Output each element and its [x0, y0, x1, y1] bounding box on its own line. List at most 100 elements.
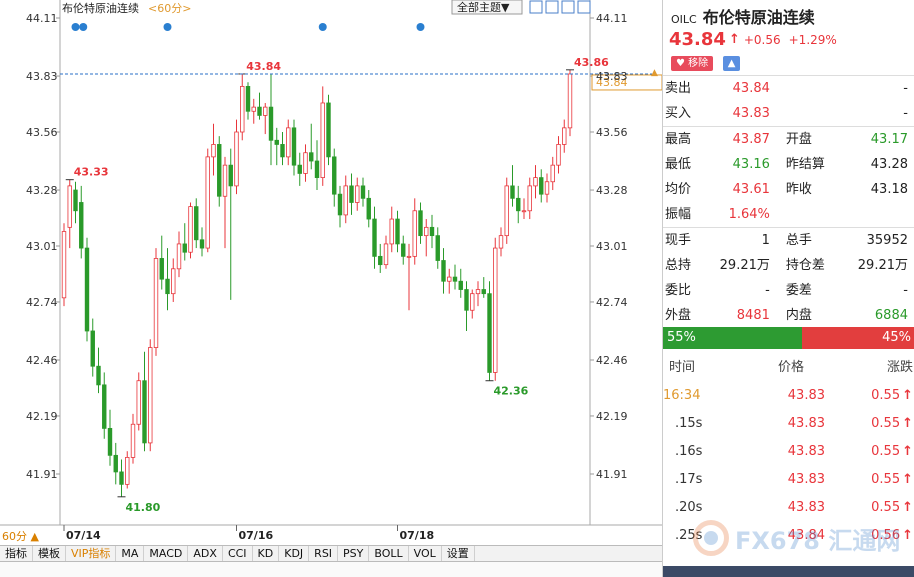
quote-row: 振幅 1.64%: [663, 202, 914, 228]
candle-body: [481, 289, 486, 295]
quote-label-2: 昨结算: [785, 157, 825, 172]
candle-body: [268, 106, 274, 141]
candlestick-chart[interactable]: 43.3341.8043.8442.3643.86 43.84 ▲ 44.114…: [0, 0, 662, 545]
quote-value-2: -: [903, 283, 908, 298]
fx678-logo-icon: [693, 520, 729, 556]
candle-body: [533, 177, 538, 187]
x-date-label: 07/18: [400, 529, 435, 542]
quote-label: 均价: [665, 182, 692, 197]
event-marker-icon[interactable]: [416, 23, 425, 31]
zoom-in-icon[interactable]: [529, 0, 543, 14]
candle-body: [257, 106, 262, 116]
chart-period-tag[interactable]: <60分>: [148, 2, 191, 15]
tick-time: 16:34: [663, 388, 701, 403]
candle-body: [274, 139, 279, 145]
indicator-tab[interactable]: KDJ: [279, 546, 310, 561]
bottom-strip: [0, 562, 662, 577]
candle-body: [119, 471, 124, 485]
candle-body: [544, 181, 550, 195]
tick-row[interactable]: 16:34 43.83 0.55 ↑: [663, 382, 914, 410]
indicator-tab[interactable]: BOLL: [369, 546, 409, 561]
quote-value-2: -: [903, 106, 908, 121]
quote-label-2: 开盘: [785, 132, 812, 147]
indicator-tab[interactable]: CCI: [223, 546, 253, 561]
up-arrow-icon: ↑: [902, 416, 913, 431]
indicator-tab[interactable]: VOL: [409, 546, 442, 561]
candle-body: [182, 243, 187, 253]
up-arrow-icon: ↑: [902, 528, 913, 543]
indicator-tab[interactable]: MA: [116, 546, 145, 561]
quote-label-2: [780, 76, 840, 101]
quote-row: 最低 43.16 昨结算 43.28: [663, 152, 914, 177]
quote-panel: OILC 布伦特原油连续 43.84 ↑ +0.56 +1.29% ♥ 移除 ▲…: [662, 0, 914, 577]
candle-body: [199, 239, 205, 249]
x-date-label: 07/16: [239, 529, 274, 542]
quote-value-2: 35952: [866, 233, 908, 248]
y-tick-label-left: 43.83: [26, 70, 58, 83]
x-date-label: 07/14: [66, 529, 101, 542]
quote-label: 总持: [665, 258, 692, 273]
annotation-label-high3: 43.86: [574, 56, 609, 69]
event-marker-icon[interactable]: [71, 23, 80, 31]
quote-value: 43.83: [732, 106, 770, 121]
indicator-tab[interactable]: KD: [253, 546, 280, 561]
candle-body: [349, 185, 354, 203]
indicator-tab[interactable]: 设置: [442, 546, 475, 561]
indicator-tab[interactable]: VIP指标: [66, 546, 117, 561]
candle-body: [418, 210, 423, 237]
y-tick-label-left: 43.01: [26, 240, 58, 253]
candle-body: [153, 258, 159, 348]
indicator-tab[interactable]: RSI: [309, 546, 339, 561]
theme-select-label: 全部主题▼: [457, 0, 510, 14]
quote-table: 卖出 43.84 - 买入 43.83 - 最高 43.87 开盘 43.17 最低 43.16 昨结算…: [663, 76, 914, 329]
quote-label-2: [780, 202, 840, 228]
period-label[interactable]: 60分 ▲: [2, 530, 39, 543]
indicator-tab[interactable]: ADX: [188, 546, 223, 561]
candle-body: [475, 289, 481, 295]
indicator-tab[interactable]: 指标: [0, 546, 33, 561]
candle-body: [303, 152, 308, 174]
tick-row[interactable]: .16s 43.83 0.55 ↑: [663, 438, 914, 466]
candle-body: [194, 206, 199, 241]
tick-row[interactable]: .20s 43.83 0.55 ↑: [663, 494, 914, 522]
indicator-tab[interactable]: MACD: [144, 546, 189, 561]
candle-body: [452, 276, 458, 282]
buy-ratio: 55%: [663, 327, 802, 349]
event-marker-icon[interactable]: [318, 23, 327, 31]
layout-icon[interactable]: [577, 0, 591, 14]
candle-body: [205, 156, 210, 249]
candle-body: [67, 185, 72, 228]
quote-label: 最低: [665, 157, 692, 172]
quote-value: -: [765, 283, 770, 298]
remove-button[interactable]: ♥ 移除: [671, 56, 714, 71]
quote-value: 1.64%: [728, 207, 770, 222]
event-marker-icon[interactable]: [79, 23, 88, 31]
indicator-tab[interactable]: 模板: [33, 546, 66, 561]
annotation-label-low2: 42.36: [494, 385, 529, 398]
buy-sell-ratio: 55% 45%: [663, 327, 914, 349]
quote-value-2: 43.18: [870, 182, 908, 197]
quote-label: 最高: [665, 132, 692, 147]
price-change: +0.56: [743, 32, 781, 47]
tick-time: .15s: [675, 416, 703, 431]
quote-value: 43.16: [732, 157, 770, 172]
quote-value-2: 29.21万: [857, 258, 908, 273]
back-icon[interactable]: [561, 0, 575, 14]
candle-body: [343, 185, 348, 216]
candle-body: [148, 347, 153, 444]
candle-body: [286, 127, 291, 158]
y-tick-label-right: 43.56: [596, 126, 628, 139]
symbol-code: OILC: [671, 13, 697, 26]
quote-label-2: 总手: [785, 233, 812, 248]
watermark-text: FX678 汇通网: [735, 526, 901, 555]
tick-row[interactable]: .17s 43.83 0.55 ↑: [663, 466, 914, 494]
tick-price: 43.83: [787, 444, 825, 459]
candle-body: [165, 278, 170, 295]
alert-bell-icon[interactable]: ▲: [723, 56, 741, 71]
zoom-out-icon[interactable]: [545, 0, 559, 14]
candle-body: [171, 268, 176, 295]
indicator-tab[interactable]: PSY: [338, 546, 370, 561]
event-marker-icon[interactable]: [163, 23, 172, 31]
tick-row[interactable]: .15s 43.83 0.55 ↑: [663, 410, 914, 438]
candle-body: [395, 218, 400, 245]
